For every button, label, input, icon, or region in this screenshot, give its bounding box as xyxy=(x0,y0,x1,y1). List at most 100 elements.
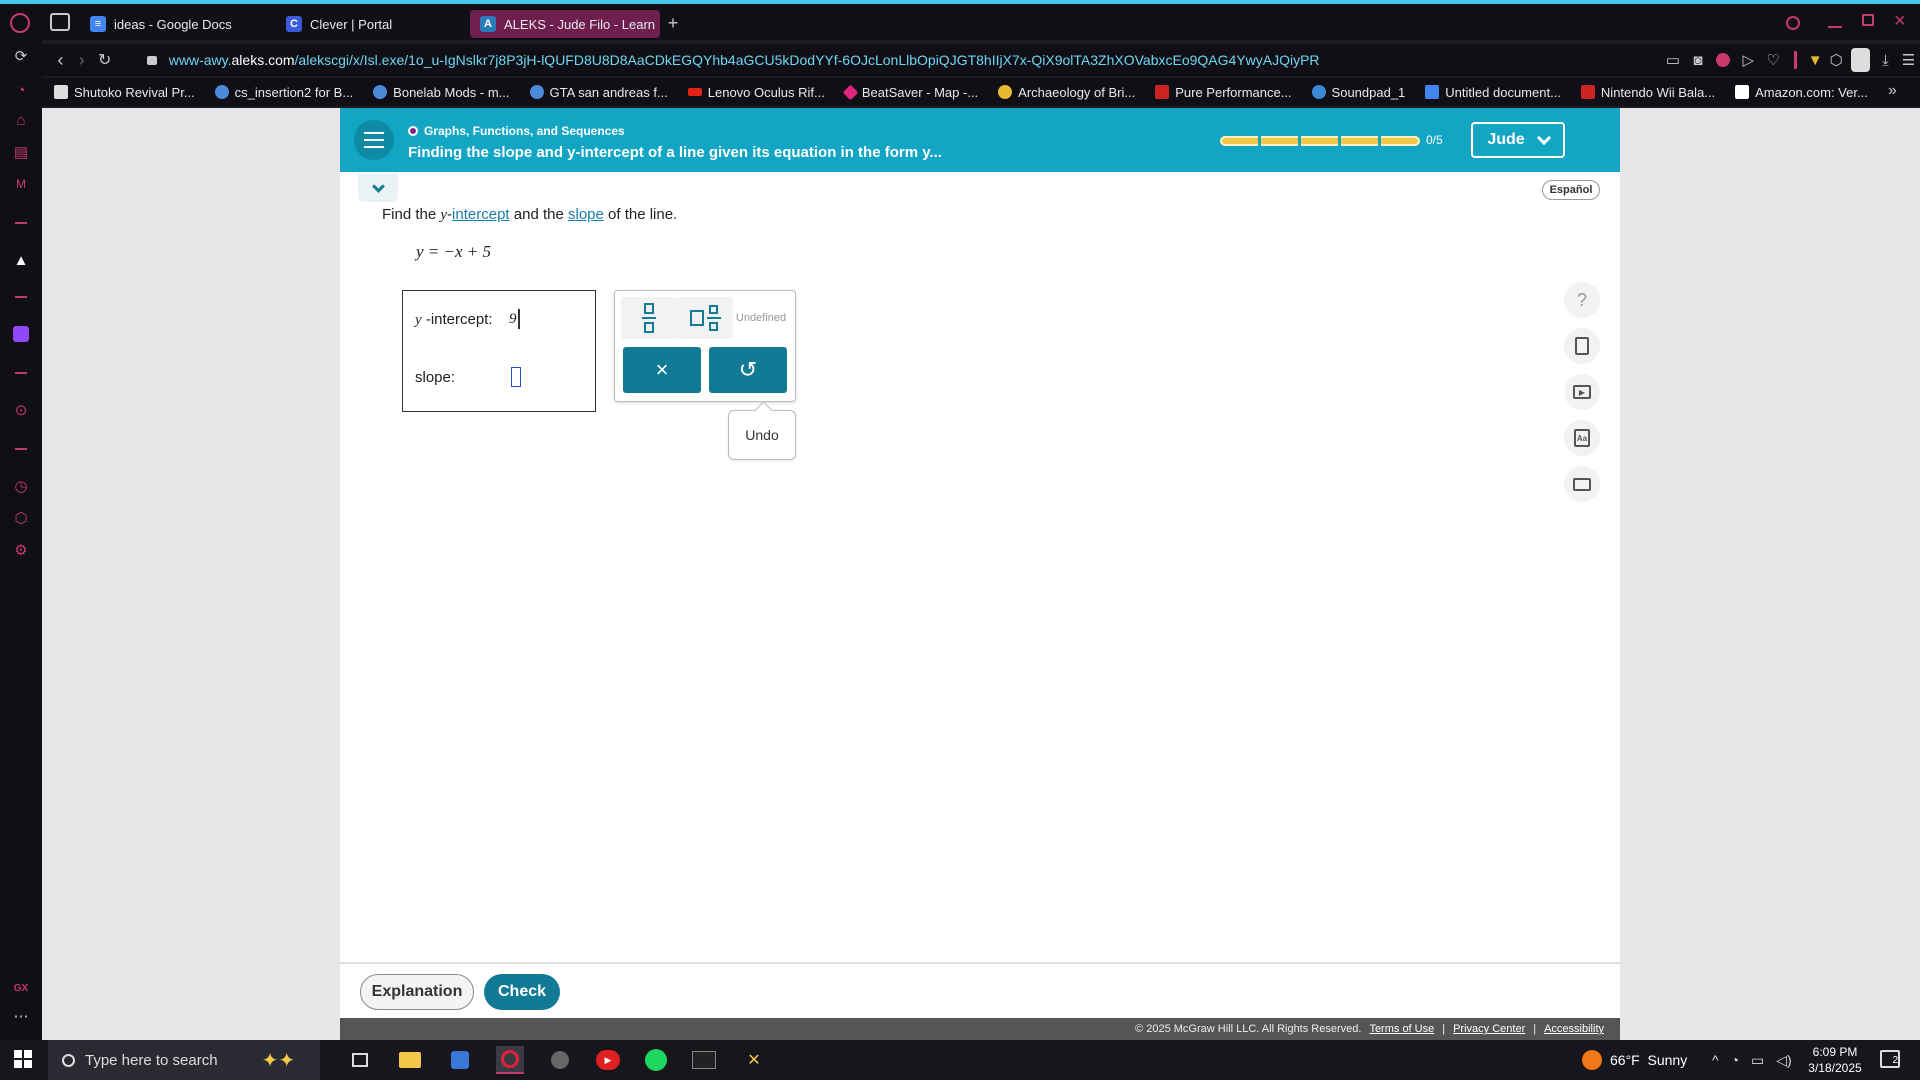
new-tab-button[interactable]: + xyxy=(664,13,682,33)
language-button[interactable]: Español xyxy=(1542,180,1600,200)
explanation-button[interactable]: Explanation xyxy=(360,974,474,1010)
bookmark-item[interactable]: Archaeology of Bri... xyxy=(998,85,1135,100)
mail-button[interactable] xyxy=(1564,466,1600,502)
player-icon[interactable]: ▷ xyxy=(1736,51,1761,69)
gx-control-icon[interactable]: ⟳ xyxy=(11,46,31,66)
sidebar-more-icon[interactable]: ⋯ xyxy=(11,1006,31,1026)
easy-setup-icon[interactable]: ☰ xyxy=(1897,51,1920,69)
chevron-down-icon xyxy=(371,179,385,193)
sidebar-divider xyxy=(15,296,27,298)
app-gear-icon[interactable] xyxy=(546,1046,574,1074)
mixed-number-button[interactable] xyxy=(677,297,733,339)
slope-input[interactable] xyxy=(511,367,521,387)
call-of-duty-icon[interactable] xyxy=(690,1046,718,1074)
gx-store-icon[interactable]: ⌂ xyxy=(11,110,31,130)
bookmark-item[interactable]: Pure Performance... xyxy=(1155,85,1292,100)
gx-logo-icon[interactable]: GX xyxy=(11,978,31,998)
taskbar-clock[interactable]: 6:09 PM 3/18/2025 xyxy=(1800,1044,1870,1076)
forward-icon[interactable]: › xyxy=(71,50,92,71)
cube-icon[interactable]: ⬡ xyxy=(1826,51,1847,69)
minimize-button[interactable] xyxy=(1828,26,1842,28)
undefined-button[interactable]: Undefined xyxy=(733,297,789,339)
task-view-icon[interactable] xyxy=(346,1046,374,1074)
bookmark-item[interactable]: Amazon.com: Ver... xyxy=(1735,85,1868,100)
progress-divider xyxy=(1298,136,1301,146)
volume-icon[interactable]: ◁) xyxy=(1776,1052,1791,1069)
bookmark-item[interactable]: Nintendo Wii Bala... xyxy=(1580,85,1715,100)
back-icon[interactable]: ‹ xyxy=(50,50,71,71)
bookmark-item[interactable]: Shutoko Revival Pr... xyxy=(54,85,195,100)
bookmark-item[interactable]: Untitled document... xyxy=(1425,85,1561,100)
store-icon[interactable] xyxy=(446,1046,474,1074)
clear-button[interactable]: × xyxy=(623,347,701,393)
weather-widget[interactable]: 66°F Sunny xyxy=(1582,1040,1687,1080)
twitch-icon[interactable] xyxy=(11,324,31,344)
undo-button[interactable]: ↺ xyxy=(709,347,787,393)
chevron-down-icon xyxy=(1536,130,1551,145)
camera-icon[interactable]: ◙ xyxy=(1685,52,1710,69)
accessibility-link[interactable]: Accessibility xyxy=(1544,1023,1604,1035)
taskbar-search[interactable]: Type here to search ✦✦ xyxy=(48,1040,320,1080)
notifications-icon[interactable]: 2 xyxy=(1880,1050,1900,1068)
search-tabs-icon[interactable] xyxy=(1786,16,1800,30)
tab-aleks[interactable]: A ALEKS - Jude Filo - Learn xyxy=(470,10,660,38)
fraction-button[interactable] xyxy=(621,297,677,339)
favorite-icon[interactable]: ♡ xyxy=(1761,51,1786,69)
gmail-icon[interactable]: M xyxy=(11,174,31,194)
aria-icon[interactable]: ▲ xyxy=(11,250,31,270)
user-menu-button[interactable]: Jude xyxy=(1471,122,1565,158)
copyright-text: © 2025 McGraw Hill LLC. All Rights Reser… xyxy=(1135,1023,1362,1035)
slope-link[interactable]: slope xyxy=(568,206,604,223)
extensions-cube-icon[interactable]: ⬡ xyxy=(11,508,31,528)
dictionary-button[interactable]: Aa xyxy=(1564,420,1600,456)
intercept-link[interactable]: intercept xyxy=(452,206,510,223)
bookmark-item[interactable]: BeatSaver - Map -... xyxy=(842,84,978,100)
calculator-button[interactable] xyxy=(1564,328,1600,364)
bookmark-item[interactable]: Bonelab Mods - m... xyxy=(373,85,510,100)
opera-gx-taskbar-icon[interactable] xyxy=(496,1046,524,1074)
opera-logo-icon[interactable] xyxy=(10,13,30,33)
app-x-icon[interactable]: ✕ xyxy=(740,1046,768,1074)
gx-corner-icon[interactable]: ◔ xyxy=(11,80,31,100)
network-icon[interactable]: ▭ xyxy=(1751,1052,1764,1069)
twitch-alt-icon[interactable]: ▤ xyxy=(11,142,31,162)
tab-overview-icon[interactable] xyxy=(50,13,70,31)
tab-clever[interactable]: C Clever | Portal xyxy=(276,10,466,38)
check-button[interactable]: Check xyxy=(484,974,560,1010)
vpn-icon[interactable] xyxy=(1716,53,1730,67)
bookmark-item[interactable]: Lenovo Oculus Rif... xyxy=(687,85,825,100)
maximize-button[interactable] xyxy=(1862,14,1874,26)
profile-icon[interactable] xyxy=(1850,48,1870,72)
snapshot-icon[interactable]: ▭ xyxy=(1660,51,1685,69)
settings-icon[interactable]: ⚙ xyxy=(11,540,31,560)
windows-start-icon[interactable] xyxy=(14,1050,32,1068)
extension-badge-icon[interactable]: ▼ xyxy=(1805,52,1826,69)
calculator-icon xyxy=(1575,337,1589,355)
menu-button[interactable] xyxy=(354,120,394,160)
bookmark-item[interactable]: GTA san andreas f... xyxy=(529,85,668,100)
bookmark-item[interactable]: Soundpad_1 xyxy=(1311,85,1405,100)
history-icon[interactable]: ◷ xyxy=(11,476,31,496)
youtube-icon[interactable]: ▶ xyxy=(594,1046,622,1074)
close-window-button[interactable]: × xyxy=(1894,10,1906,33)
download-icon[interactable]: ⤓ xyxy=(1874,52,1897,69)
terms-link[interactable]: Terms of Use xyxy=(1369,1023,1434,1035)
video-button[interactable]: ▶ xyxy=(1564,374,1600,410)
url-field[interactable]: www-awy.aleks.com/alekscgi/x/Isl.exe/1o_… xyxy=(169,52,1551,68)
help-button[interactable]: ? xyxy=(1564,282,1600,318)
y-intercept-input[interactable]: 9 xyxy=(509,311,517,328)
y-intercept-text: -intercept: xyxy=(425,311,493,328)
player-sidebar-icon[interactable]: ⊙ xyxy=(11,400,31,420)
bookmarks-more-icon[interactable]: » xyxy=(1888,82,1897,100)
tab-google-docs[interactable]: ≡ ideas - Google Docs xyxy=(80,10,270,38)
meet-now-icon[interactable]: ◔ xyxy=(1731,1052,1739,1068)
reload-icon[interactable]: ↻ xyxy=(92,50,117,70)
nintendo-icon xyxy=(1580,85,1595,99)
bookmark-item[interactable]: cs_insertion2 for B... xyxy=(214,85,353,100)
collapse-button[interactable] xyxy=(358,174,398,202)
privacy-link[interactable]: Privacy Center xyxy=(1453,1023,1525,1035)
spotify-icon[interactable] xyxy=(642,1046,670,1074)
file-explorer-icon[interactable] xyxy=(396,1046,424,1074)
extension-icon[interactable] xyxy=(1793,51,1797,69)
tray-chevron-icon[interactable]: ^ xyxy=(1712,1052,1719,1068)
